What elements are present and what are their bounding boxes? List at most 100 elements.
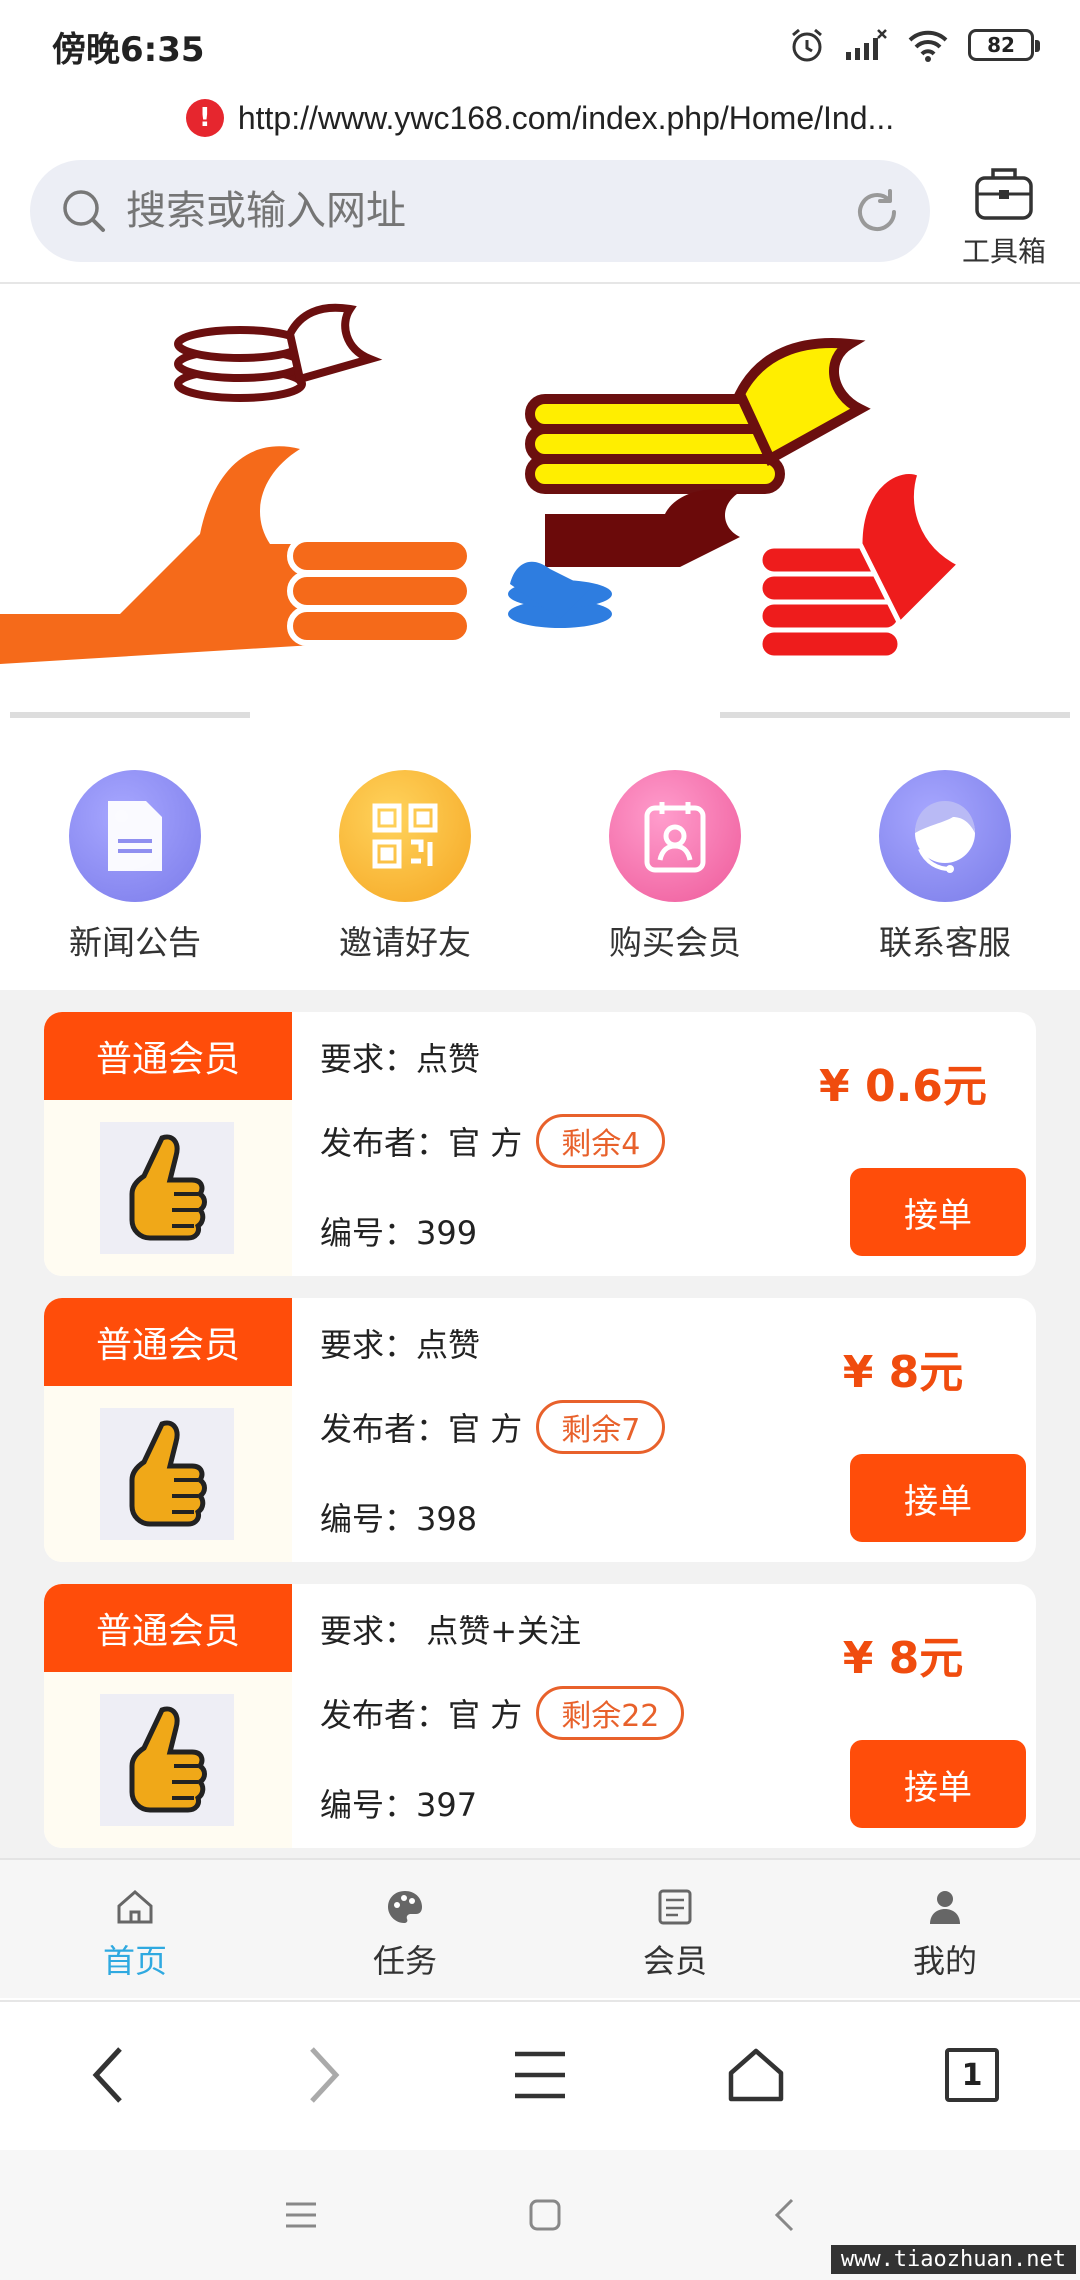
house-icon [728, 2048, 784, 2102]
task-price: ¥ 8元 [842, 1633, 964, 1684]
task-publisher: 发布者：官 方剩余7 [320, 1400, 666, 1454]
tab-member[interactable]: 会员 [540, 1860, 810, 1998]
tab-tasks[interactable]: 任务 [270, 1860, 540, 1998]
id-label: 编号： [320, 1214, 417, 1252]
member-card-icon [609, 770, 741, 902]
task-card-left: 普通会员 [44, 1012, 292, 1276]
document-icon [69, 770, 201, 902]
browser-toolbar: 工具箱 [0, 150, 1080, 280]
id-label: 编号： [320, 1786, 417, 1824]
user-icon [930, 1891, 960, 1924]
customer-service-icon [879, 770, 1011, 902]
home-square-icon[interactable] [528, 2198, 562, 2232]
status-icons: 82 [788, 20, 1040, 70]
task-card[interactable]: 普通会员 要求： 点赞+关注 发布者：官 方剩余22 编号：397 ¥ 8元 接… [44, 1584, 1036, 1848]
quick-item-buy-member[interactable]: 购买会员 [540, 740, 810, 990]
toolbox-icon [975, 168, 1033, 220]
accept-task-button[interactable]: 接单 [850, 1740, 1026, 1828]
home-icon [117, 1890, 153, 1924]
search-input[interactable] [126, 188, 806, 234]
publisher-value: 官 方 [448, 1696, 523, 1734]
requirement-value: 点赞 [416, 1040, 481, 1078]
quick-label-contact: 联系客服 [879, 923, 1011, 962]
quick-label-buy-member: 购买会员 [609, 923, 741, 962]
chevron-right-icon [310, 2047, 340, 2103]
task-card[interactable]: 普通会员 要求：点赞 发布者：官 方剩余7 编号：398 ¥ 8元 接单 [44, 1298, 1036, 1562]
task-card[interactable]: 普通会员 要求：点赞 发布者：官 方剩余4 编号：399 ¥ 0.6元 接单 [44, 1012, 1036, 1276]
home-button[interactable] [706, 2025, 806, 2125]
palette-icon [388, 1891, 422, 1923]
publisher-label: 发布者： [320, 1124, 449, 1162]
status-bar: 傍晚6:35 82 [0, 0, 1080, 88]
wifi-icon [908, 30, 948, 62]
id-value: 398 [416, 1500, 478, 1538]
quick-item-news[interactable]: 新闻公告 [0, 740, 270, 990]
accept-task-button[interactable]: 接单 [850, 1454, 1026, 1542]
requirement-label: 要求： [320, 1326, 417, 1364]
publisher-label: 发布者： [320, 1696, 449, 1734]
chevron-left-icon [92, 2047, 122, 2103]
member-level-tag: 普通会员 [44, 1584, 292, 1672]
tab-count: 1 [945, 2048, 999, 2102]
tab-home[interactable]: 首页 [0, 1860, 270, 1998]
thumbs-up-illustration [0, 303, 1070, 718]
requirement-label: 要求： [320, 1040, 417, 1078]
task-requirement: 要求： 点赞+关注 [320, 1606, 581, 1652]
task-publisher: 发布者：官 方剩余22 [320, 1686, 685, 1740]
tabs-button[interactable]: 1 [922, 2025, 1022, 2125]
banner-image[interactable] [0, 284, 1080, 724]
tab-label-mine: 我的 [912, 1942, 977, 1980]
watermark: www.tiaozhuan.net [830, 2245, 1076, 2274]
task-id: 编号：397 [320, 1780, 477, 1826]
requirement-value: 点赞 [416, 1326, 481, 1364]
toolbox-button[interactable]: 工具箱 [948, 162, 1060, 272]
task-list: 普通会员 要求：点赞 发布者：官 方剩余4 编号：399 ¥ 0.6元 接单 普… [0, 990, 1080, 1860]
quick-label-invite: 邀请好友 [339, 923, 471, 962]
requirement-label: 要求： [320, 1612, 417, 1650]
member-icon [658, 1889, 692, 1925]
search-box[interactable] [30, 160, 930, 262]
id-value: 397 [416, 1786, 478, 1824]
quick-label-news: 新闻公告 [69, 923, 201, 962]
member-level-tag: 普通会员 [44, 1298, 292, 1386]
task-card-left: 普通会员 [44, 1298, 292, 1562]
reload-icon[interactable] [852, 187, 902, 237]
publisher-value: 官 方 [448, 1410, 523, 1448]
id-label: 编号： [320, 1500, 417, 1538]
recent-apps-icon[interactable] [284, 2200, 318, 2230]
id-value: 399 [416, 1214, 478, 1252]
battery-indicator: 82 [968, 29, 1040, 61]
alarm-icon [792, 28, 822, 62]
browser-nav-bar: 1 [0, 2000, 1080, 2148]
url-row[interactable]: ! http://www.ywc168.com/index.php/Home/I… [0, 90, 1080, 146]
page-url[interactable]: http://www.ywc168.com/index.php/Home/Ind… [238, 100, 894, 137]
accept-task-button[interactable]: 接单 [850, 1168, 1026, 1256]
tab-label-member: 会员 [642, 1942, 707, 1980]
thumbs-up-icon [100, 1408, 234, 1540]
quick-item-invite[interactable]: 邀请好友 [270, 740, 540, 990]
tab-label-tasks: 任务 [372, 1942, 437, 1980]
status-time: 傍晚6:35 [52, 30, 205, 70]
member-level-tag: 普通会员 [44, 1012, 292, 1100]
task-publisher: 发布者：官 方剩余4 [320, 1114, 666, 1168]
task-price: ¥ 0.6元 [819, 1061, 987, 1112]
remaining-badge: 剩余7 [536, 1400, 666, 1454]
publisher-value: 官 方 [448, 1124, 523, 1162]
qr-code-icon [339, 770, 471, 902]
thumbs-up-icon [100, 1694, 234, 1826]
quick-item-contact[interactable]: 联系客服 [810, 740, 1080, 990]
battery-level: 82 [987, 33, 1015, 57]
menu-button[interactable] [490, 2025, 590, 2125]
tab-mine[interactable]: 我的 [810, 1860, 1080, 1998]
forward-button[interactable] [274, 2025, 374, 2125]
menu-icon [515, 2051, 565, 2099]
task-id: 编号：398 [320, 1494, 477, 1540]
thumbs-up-icon [100, 1122, 234, 1254]
insecure-warning-icon[interactable]: ! [185, 99, 224, 137]
task-price: ¥ 8元 [842, 1347, 964, 1398]
back-button[interactable] [58, 2025, 158, 2125]
search-icon [63, 190, 105, 232]
task-requirement: 要求：点赞 [320, 1034, 480, 1080]
task-requirement: 要求：点赞 [320, 1320, 480, 1366]
system-back-icon[interactable] [772, 2197, 796, 2233]
